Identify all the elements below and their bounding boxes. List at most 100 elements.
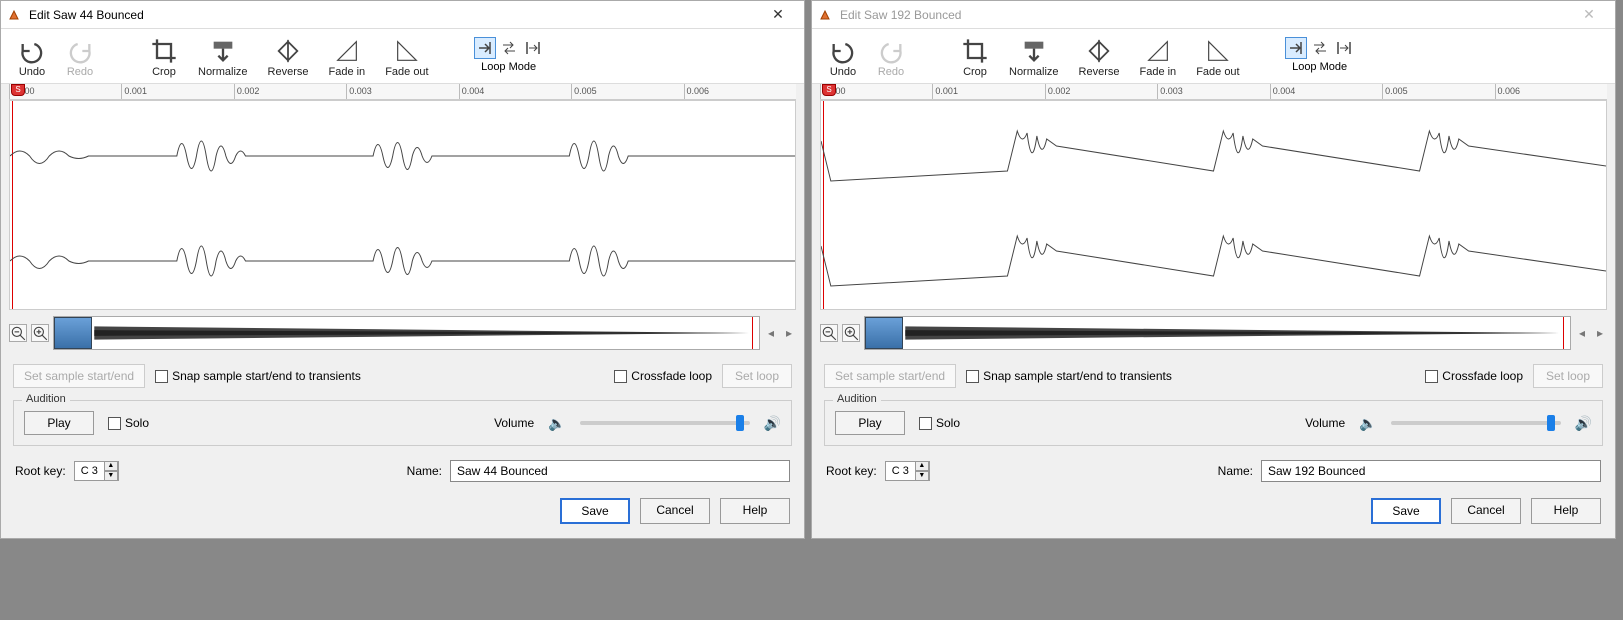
ruler-tick: 0.002 — [1045, 84, 1157, 99]
nav-prev-icon[interactable]: ◂ — [764, 324, 778, 342]
fade-out-label: Fade out — [385, 66, 428, 78]
set-sample-start-end-button[interactable]: Set sample start/end — [13, 364, 145, 388]
play-button[interactable]: Play — [835, 411, 905, 435]
loop-mode-forward-icon[interactable] — [1285, 37, 1307, 59]
footer-row: Root key: C 3 ▲ ▼ Name: — [1, 450, 804, 492]
save-button[interactable]: Save — [560, 498, 630, 524]
fade-in-label: Fade in — [1139, 66, 1176, 78]
loop-mode-forward-icon[interactable] — [474, 37, 496, 59]
titlebar[interactable]: Edit Saw 192 Bounced ✕ — [812, 1, 1615, 29]
ruler-tick: 0.004 — [1270, 84, 1382, 99]
volume-max-icon: 🔊 — [1575, 415, 1592, 432]
ruler-tick: 0.004 — [459, 84, 571, 99]
root-key-up-icon[interactable]: ▲ — [915, 461, 929, 471]
set-loop-button[interactable]: Set loop — [722, 364, 792, 388]
root-key-down-icon[interactable]: ▼ — [104, 471, 118, 481]
footer-row: Root key: C 3 ▲ ▼ Name: — [812, 450, 1615, 492]
reverse-button[interactable]: Reverse — [1072, 35, 1127, 81]
crop-button[interactable]: Crop — [143, 35, 185, 81]
overview-end-marker-icon — [752, 317, 753, 349]
name-field[interactable] — [450, 460, 790, 482]
overview-scrollbar[interactable] — [864, 316, 1571, 350]
time-ruler[interactable]: S 0.000 0.001 0.002 0.003 0.004 0.005 0.… — [820, 84, 1607, 100]
solo-checkbox[interactable]: Solo — [108, 416, 149, 430]
waveform-channel-left — [821, 111, 1606, 201]
overview-handle[interactable] — [54, 317, 92, 349]
fade-in-button[interactable]: Fade in — [321, 35, 372, 81]
crossfade-loop-checkbox[interactable]: Crossfade loop — [614, 369, 712, 383]
root-key-up-icon[interactable]: ▲ — [104, 461, 118, 471]
zoom-out-button[interactable] — [820, 324, 838, 342]
start-marker-icon[interactable]: S — [11, 84, 25, 96]
normalize-button[interactable]: Normalize — [191, 35, 255, 81]
undo-button[interactable]: Undo — [11, 35, 53, 81]
volume-slider[interactable] — [580, 421, 750, 425]
close-icon[interactable]: ✕ — [758, 1, 798, 29]
checkbox-box-icon — [966, 370, 979, 383]
play-button[interactable]: Play — [24, 411, 94, 435]
snap-transients-checkbox[interactable]: Snap sample start/end to transients — [966, 369, 1172, 383]
crop-label: Crop — [963, 66, 987, 78]
redo-icon — [877, 38, 905, 64]
nav-prev-icon[interactable]: ◂ — [1575, 324, 1589, 342]
fade-in-button[interactable]: Fade in — [1132, 35, 1183, 81]
volume-slider[interactable] — [1391, 421, 1561, 425]
cancel-button[interactable]: Cancel — [640, 498, 710, 524]
reverse-label: Reverse — [1079, 66, 1120, 78]
start-marker-icon[interactable]: S — [822, 84, 836, 96]
zoom-in-button[interactable] — [842, 324, 860, 342]
close-icon[interactable]: ✕ — [1569, 1, 1609, 29]
overview-handle[interactable] — [865, 317, 903, 349]
time-ruler[interactable]: S 0.000 0.001 0.002 0.003 0.004 0.005 0.… — [9, 84, 796, 100]
redo-button[interactable]: Redo — [870, 35, 912, 81]
zoom-out-button[interactable] — [9, 324, 27, 342]
normalize-icon — [209, 38, 237, 64]
overview-row: ◂ ▸ — [812, 310, 1615, 356]
fade-out-button[interactable]: Fade out — [1189, 35, 1246, 81]
cancel-button[interactable]: Cancel — [1451, 498, 1521, 524]
normalize-button[interactable]: Normalize — [1002, 35, 1066, 81]
crossfade-label: Crossfade loop — [631, 369, 712, 383]
waveform-display[interactable] — [9, 100, 796, 310]
titlebar[interactable]: Edit Saw 44 Bounced ✕ — [1, 1, 804, 29]
slider-thumb-icon[interactable] — [736, 415, 744, 431]
crop-button[interactable]: Crop — [954, 35, 996, 81]
zoom-in-button[interactable] — [31, 324, 49, 342]
waveform-display[interactable] — [820, 100, 1607, 310]
set-loop-button[interactable]: Set loop — [1533, 364, 1603, 388]
set-sample-start-end-button[interactable]: Set sample start/end — [824, 364, 956, 388]
overview-scrollbar[interactable] — [53, 316, 760, 350]
dialog-buttons: Save Cancel Help — [812, 492, 1615, 538]
reverse-label: Reverse — [268, 66, 309, 78]
reverse-button[interactable]: Reverse — [261, 35, 316, 81]
fade-in-label: Fade in — [328, 66, 365, 78]
redo-button[interactable]: Redo — [59, 35, 101, 81]
loop-mode-pingpong-icon[interactable] — [1309, 37, 1331, 59]
snap-transients-label: Snap sample start/end to transients — [172, 369, 361, 383]
loop-mode-sustain-icon[interactable] — [1333, 37, 1355, 59]
slider-thumb-icon[interactable] — [1547, 415, 1555, 431]
ruler-tick: 0.006 — [684, 84, 796, 99]
solo-checkbox[interactable]: Solo — [919, 416, 960, 430]
loop-mode-pingpong-icon[interactable] — [498, 37, 520, 59]
nav-next-icon[interactable]: ▸ — [782, 324, 796, 342]
fade-out-icon — [393, 38, 421, 64]
volume-min-icon: 🔈 — [1359, 415, 1376, 432]
root-key-stepper[interactable]: C 3 ▲ ▼ — [74, 461, 119, 481]
snap-transients-checkbox[interactable]: Snap sample start/end to transients — [155, 369, 361, 383]
help-button[interactable]: Help — [720, 498, 790, 524]
normalize-icon — [1020, 38, 1048, 64]
save-button[interactable]: Save — [1371, 498, 1441, 524]
loop-mode-sustain-icon[interactable] — [522, 37, 544, 59]
root-key-stepper[interactable]: C 3 ▲ ▼ — [885, 461, 930, 481]
fade-out-button[interactable]: Fade out — [378, 35, 435, 81]
crossfade-loop-checkbox[interactable]: Crossfade loop — [1425, 369, 1523, 383]
name-label: Name: — [1218, 464, 1253, 478]
root-key-down-icon[interactable]: ▼ — [915, 471, 929, 481]
overview-waveform-icon — [54, 317, 759, 349]
nav-next-icon[interactable]: ▸ — [1593, 324, 1607, 342]
help-button[interactable]: Help — [1531, 498, 1601, 524]
toolbar: Undo Redo Crop Normalize Reverse — [812, 29, 1615, 84]
undo-button[interactable]: Undo — [822, 35, 864, 81]
name-field[interactable] — [1261, 460, 1601, 482]
